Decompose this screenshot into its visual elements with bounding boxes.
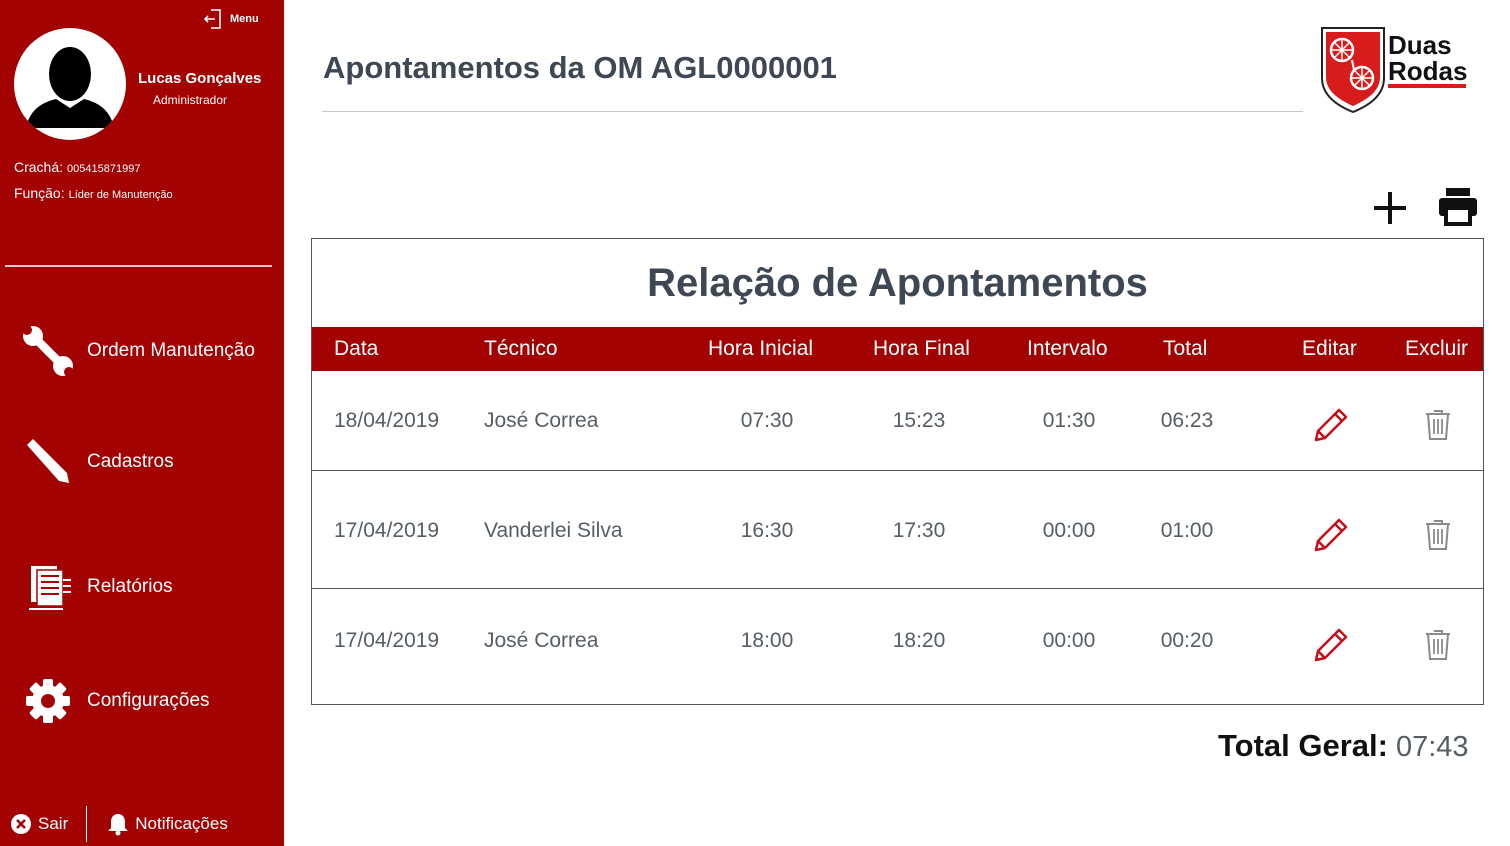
table-row: 18/04/2019 José Correa 07:30 15:23 01:30… xyxy=(312,371,1483,471)
notifications-label: Notificações xyxy=(135,814,228,833)
cell-tecnico: Vanderlei Silva xyxy=(484,519,623,542)
table-row: 17/04/2019 Vanderlei Silva 16:30 17:30 0… xyxy=(312,471,1483,589)
delete-button[interactable] xyxy=(1425,409,1451,446)
sidebar-item-label: Relatórios xyxy=(87,576,173,597)
logout-door-icon xyxy=(204,9,221,29)
function-info: Função: Líder de Manutenção xyxy=(14,185,173,201)
report-icon xyxy=(20,562,75,612)
function-label: Função: xyxy=(14,185,65,201)
wrench-icon xyxy=(20,324,75,378)
logo-text-line-2: Rodas xyxy=(1388,56,1467,86)
column-header-tecnico: Técnico xyxy=(484,337,558,360)
cell-hora-inicial: 16:30 xyxy=(740,519,794,542)
cell-tecnico: José Correa xyxy=(484,409,599,432)
pencil-edit-icon xyxy=(1314,628,1348,662)
column-header-hora-inicial: Hora Inicial xyxy=(708,337,814,360)
exit-button[interactable]: Sair xyxy=(10,813,68,835)
plus-icon xyxy=(1374,192,1406,224)
sidebar-item-label: Cadastros xyxy=(87,451,174,472)
cell-intervalo: 01:30 xyxy=(1042,409,1096,432)
table-title: Relação de Apontamentos xyxy=(647,261,1148,305)
sidebar-item-ordem-manutencao[interactable]: Ordem Manutenção xyxy=(20,324,255,378)
pencil-icon xyxy=(20,437,75,487)
trash-icon xyxy=(1426,410,1450,440)
avatar xyxy=(14,28,126,140)
sidebar-footer: Sair Notificações xyxy=(10,806,280,842)
cell-intervalo: 00:00 xyxy=(1042,629,1096,652)
edit-button[interactable] xyxy=(1313,407,1349,448)
column-header-intervalo: Intervalo xyxy=(1027,337,1108,360)
company-logo: Duas Rodas xyxy=(1318,26,1468,114)
edit-button[interactable] xyxy=(1313,627,1349,668)
cell-total: 06:23 xyxy=(1160,409,1214,432)
cell-hora-final: 18:20 xyxy=(892,629,946,652)
footer-separator xyxy=(86,806,88,842)
delete-button[interactable] xyxy=(1425,629,1451,666)
print-button[interactable] xyxy=(1437,187,1479,232)
cell-hora-inicial: 07:30 xyxy=(740,409,794,432)
function-value: Líder de Manutenção xyxy=(68,189,173,201)
user-silhouette-icon xyxy=(26,47,114,128)
sidebar-item-label: Configurações xyxy=(87,690,210,711)
cell-tecnico: José Correa xyxy=(484,629,599,652)
pencil-edit-icon xyxy=(1314,518,1348,552)
exit-label: Sair xyxy=(38,814,69,833)
appointments-table: Relação de Apontamentos Data Técnico Hor… xyxy=(311,238,1484,705)
column-header-excluir: Excluir xyxy=(1405,337,1469,360)
bell-icon xyxy=(108,814,129,836)
cell-hora-final: 15:23 xyxy=(892,409,946,432)
page-title: Apontamentos da OM AGL0000001 xyxy=(323,50,837,85)
edit-button[interactable] xyxy=(1313,517,1349,558)
table-header: Data Técnico Hora Inicial Hora Final Int… xyxy=(312,327,1483,371)
cell-data: 18/04/2019 xyxy=(334,409,440,432)
user-role: Administrador xyxy=(153,93,228,107)
badge-value: 005415871997 xyxy=(67,163,141,175)
grand-total-label: Total Geral: xyxy=(1218,728,1388,763)
column-header-editar: Editar xyxy=(1302,337,1357,360)
close-circle-icon xyxy=(11,814,31,834)
menu-button[interactable]: Menu xyxy=(204,8,259,30)
gear-icon xyxy=(20,677,75,725)
menu-label: Menu xyxy=(230,13,259,25)
column-header-total: Total xyxy=(1163,337,1208,360)
badge-label: Crachá: xyxy=(14,159,64,175)
delete-button[interactable] xyxy=(1425,519,1451,556)
printer-icon xyxy=(1439,188,1477,226)
badge-info: Crachá: 005415871997 xyxy=(14,159,140,175)
cell-total: 00:20 xyxy=(1160,629,1214,652)
title-divider xyxy=(322,111,1303,112)
cell-hora-inicial: 18:00 xyxy=(740,629,794,652)
sidebar-item-relatorios[interactable]: Relatórios xyxy=(20,562,173,612)
table-row: 17/04/2019 José Correa 18:00 18:20 00:00… xyxy=(312,589,1483,704)
pencil-edit-icon xyxy=(1314,408,1348,442)
add-button[interactable] xyxy=(1372,190,1408,231)
trash-icon xyxy=(1426,520,1450,550)
sidebar: Menu Lucas Gonçalves Administrador Crach… xyxy=(0,0,284,846)
column-header-hora-final: Hora Final xyxy=(873,337,970,360)
sidebar-item-label: Ordem Manutenção xyxy=(87,340,255,361)
user-name: Lucas Gonçalves xyxy=(138,70,262,87)
cell-data: 17/04/2019 xyxy=(334,519,440,542)
cell-total: 01:00 xyxy=(1160,519,1214,542)
sidebar-item-cadastros[interactable]: Cadastros xyxy=(20,437,174,487)
grand-total-value: 07:43 xyxy=(1395,731,1469,763)
cell-data: 17/04/2019 xyxy=(334,629,440,652)
cell-hora-final: 17:30 xyxy=(892,519,946,542)
grand-total: Total Geral: 07:43 xyxy=(1218,728,1469,764)
cell-intervalo: 00:00 xyxy=(1042,519,1096,542)
trash-icon xyxy=(1426,630,1450,660)
column-header-data: Data xyxy=(334,337,379,360)
sidebar-divider xyxy=(5,265,272,267)
sidebar-item-configuracoes[interactable]: Configurações xyxy=(20,677,210,725)
notifications-button[interactable]: Notificações xyxy=(107,812,228,836)
